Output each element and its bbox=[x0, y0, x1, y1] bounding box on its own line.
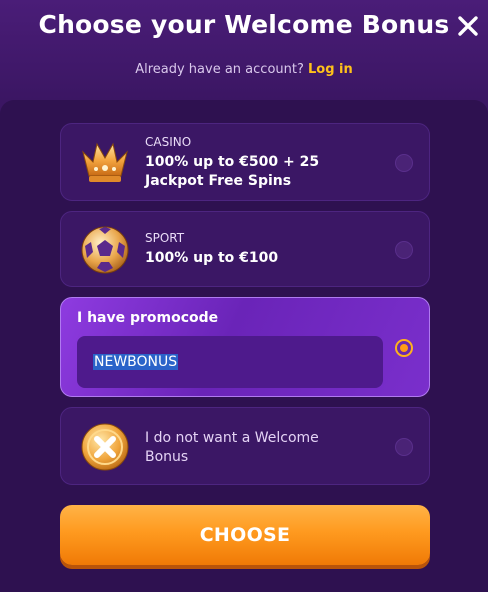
option-description-line1: I do not want a Welcome bbox=[145, 430, 319, 446]
soccer-ball-icon bbox=[79, 224, 131, 276]
option-casino-text: CASINO 100% up to €500 + 25 Jackpot Free… bbox=[145, 135, 319, 191]
option-description-line1: 100% up to €500 + 25 bbox=[145, 154, 320, 170]
option-description-line2: Bonus bbox=[145, 449, 189, 465]
close-icon bbox=[458, 16, 478, 36]
choose-button[interactable]: CHOOSE bbox=[60, 505, 430, 565]
radio-casino[interactable] bbox=[395, 154, 413, 172]
option-category: SPORT bbox=[145, 231, 185, 245]
crown-icon bbox=[79, 136, 131, 188]
radio-sport[interactable] bbox=[395, 241, 413, 259]
option-sport[interactable]: SPORT 100% up to €100 bbox=[60, 211, 430, 287]
option-category: CASINO bbox=[145, 135, 192, 149]
x-coin-icon bbox=[79, 421, 131, 473]
promocode-input-value: NEWBONUS bbox=[93, 354, 179, 370]
option-casino[interactable]: CASINO 100% up to €500 + 25 Jackpot Free… bbox=[60, 123, 430, 201]
option-promocode[interactable]: I have promocode bbox=[60, 297, 430, 397]
option-no-bonus-text: I do not want a Welcome Bonus bbox=[145, 429, 319, 467]
radio-no-bonus[interactable] bbox=[395, 438, 413, 456]
radio-promocode-selected[interactable] bbox=[395, 339, 413, 357]
account-prompt-text: Already have an account? bbox=[135, 62, 304, 77]
promocode-label: I have promocode bbox=[77, 310, 219, 326]
page-title: Choose your Welcome Bonus bbox=[38, 10, 450, 39]
account-prompt: Already have an account? Log in bbox=[0, 62, 488, 77]
option-description-line1: 100% up to €100 bbox=[145, 250, 279, 266]
close-button[interactable] bbox=[456, 14, 480, 38]
option-no-bonus[interactable]: I do not want a Welcome Bonus bbox=[60, 407, 430, 485]
login-link[interactable]: Log in bbox=[308, 62, 353, 77]
option-sport-text: SPORT 100% up to €100 bbox=[145, 231, 278, 268]
option-description-line2: Jackpot Free Spins bbox=[145, 173, 292, 189]
